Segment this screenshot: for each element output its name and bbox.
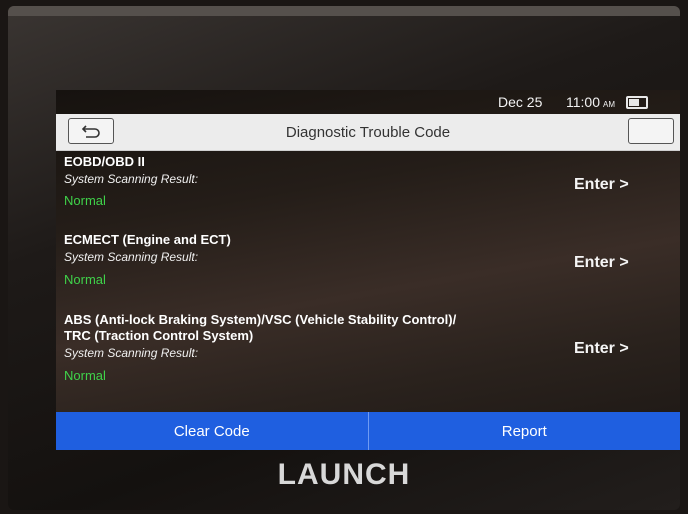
status-badge: Normal: [64, 272, 106, 287]
device-bezel: Dec 25 11:00 AM Diagnostic Trouble Code E…: [8, 6, 680, 510]
device-screen: Dec 25 11:00 AM Diagnostic Trouble Code E…: [56, 90, 680, 450]
status-badge: Normal: [64, 193, 106, 208]
item-label: System Scanning Result:: [64, 346, 199, 360]
enter-button[interactable]: Enter >: [574, 176, 629, 194]
item-title: EOBD/OBD II: [64, 154, 145, 169]
enter-button[interactable]: Enter >: [574, 254, 629, 272]
battery-icon: [626, 96, 648, 109]
status-ampm: AM: [603, 100, 615, 109]
item-title: ABS (Anti-lock Braking System)/VSC (Vehi…: [64, 312, 457, 327]
menu-button[interactable]: [628, 118, 674, 144]
report-button[interactable]: Report: [367, 412, 681, 450]
brand-logo: LAUNCH: [277, 458, 411, 491]
item-label: System Scanning Result:: [64, 172, 199, 186]
item-label: System Scanning Result:: [64, 250, 199, 264]
status-badge: Normal: [64, 368, 106, 383]
clear-code-button[interactable]: Clear Code: [56, 412, 368, 450]
title-bar: Diagnostic Trouble Code: [56, 114, 680, 151]
item-title-line2: TRC (Traction Control System): [64, 328, 254, 343]
item-title: ECMECT (Engine and ECT): [64, 232, 231, 247]
page-title: Diagnostic Trouble Code: [285, 124, 451, 141]
status-time-value: 11:00: [566, 94, 600, 110]
action-bar: Clear Code Report: [56, 412, 680, 450]
enter-button[interactable]: Enter >: [574, 340, 629, 358]
status-bar: Dec 25 11:00 AM: [56, 90, 680, 114]
status-time: 11:00 AM: [566, 94, 615, 110]
status-date: Dec 25: [498, 94, 543, 110]
